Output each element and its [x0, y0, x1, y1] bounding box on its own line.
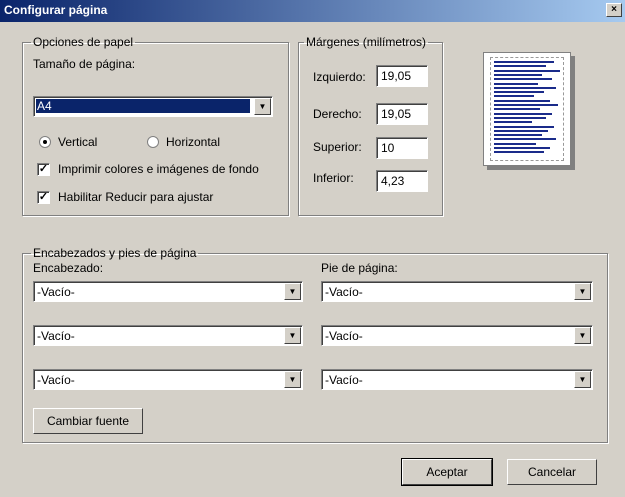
shrink-to-fit-label: Habilitar Reducir para ajustar [58, 190, 214, 204]
page-preview [483, 52, 571, 166]
page-size-value: A4 [36, 99, 250, 113]
preview-text-line [494, 65, 546, 68]
margin-top-label: Superior: [313, 140, 362, 154]
shrink-to-fit-checkbox[interactable]: ✓ [37, 191, 50, 204]
preview-text-line [494, 134, 542, 137]
preview-text-line [494, 86, 556, 89]
footer-select-value: -Vacío- [325, 373, 363, 387]
paper-options-legend: Opciones de papel [33, 35, 134, 49]
page-size-select[interactable]: A4 ▼ [33, 96, 273, 117]
orientation-landscape-label: Horizontal [166, 135, 221, 149]
chevron-down-icon[interactable]: ▼ [254, 98, 271, 115]
footer-select-2[interactable]: -Vacío- ▼ [321, 325, 593, 346]
preview-text-line [494, 112, 552, 115]
preview-text-line [494, 116, 546, 119]
margin-right-input[interactable]: 19,05 [376, 103, 428, 125]
orientation-landscape-radio[interactable] [147, 136, 159, 148]
check-icon: ✓ [38, 191, 49, 203]
footer-label: Pie de página: [321, 261, 398, 275]
preview-text-line [494, 61, 554, 63]
preview-text-line [494, 99, 550, 102]
print-background-checkbox[interactable]: ✓ [37, 163, 50, 176]
preview-text-line [494, 104, 558, 106]
footer-select-value: -Vacío- [325, 329, 363, 343]
preview-text-line [494, 125, 554, 128]
header-select-1[interactable]: -Vacío- ▼ [33, 281, 303, 302]
preview-text-line [494, 138, 556, 141]
chevron-down-icon[interactable]: ▼ [284, 283, 301, 300]
header-select-3[interactable]: -Vacío- ▼ [33, 369, 303, 390]
close-icon: × [611, 4, 617, 15]
title-bar: Configurar página × [0, 0, 625, 22]
chevron-down-icon[interactable]: ▼ [574, 371, 591, 388]
page-size-label: Tamaño de página: [33, 57, 136, 71]
chevron-down-icon[interactable]: ▼ [284, 371, 301, 388]
cancel-button[interactable]: Cancelar [507, 459, 597, 485]
window-title: Configurar página [4, 3, 108, 17]
margins-legend: Márgenes (milímetros) [306, 35, 427, 49]
footer-select-1[interactable]: -Vacío- ▼ [321, 281, 593, 302]
margin-bottom-label: Inferior: [313, 171, 354, 185]
close-button[interactable]: × [606, 3, 622, 17]
preview-text-line [494, 78, 552, 81]
footer-select-3[interactable]: -Vacío- ▼ [321, 369, 593, 390]
preview-text-line [494, 142, 536, 145]
preview-text-line [494, 151, 544, 154]
headers-footers-legend: Encabezados y pies de página [33, 246, 197, 260]
chevron-down-icon[interactable]: ▼ [574, 283, 591, 300]
header-label: Encabezado: [33, 261, 104, 275]
header-select-value: -Vacío- [37, 373, 75, 387]
preview-text-line [494, 129, 548, 132]
header-select-2[interactable]: -Vacío- ▼ [33, 325, 303, 346]
footer-select-value: -Vacío- [325, 285, 363, 299]
preview-text-line [494, 69, 560, 72]
ok-button[interactable]: Aceptar [401, 458, 493, 486]
preview-text-line [494, 121, 532, 124]
preview-text-line [494, 91, 544, 94]
header-select-value: -Vacío- [37, 285, 75, 299]
margin-right-label: Derecho: [313, 107, 362, 121]
orientation-portrait-label: Vertical [58, 135, 98, 149]
radio-selected-dot [43, 140, 47, 144]
print-background-label: Imprimir colores e imágenes de fondo [58, 162, 259, 176]
preview-text-line [494, 73, 542, 76]
header-select-value: -Vacío- [37, 329, 75, 343]
preview-text-line [494, 108, 540, 111]
preview-text-line [494, 82, 538, 85]
change-font-button[interactable]: Cambiar fuente [33, 408, 143, 434]
chevron-down-icon[interactable]: ▼ [284, 327, 301, 344]
margin-top-input[interactable]: 10 [376, 137, 428, 159]
orientation-portrait-radio[interactable] [39, 136, 51, 148]
chevron-down-icon[interactable]: ▼ [574, 327, 591, 344]
margin-left-input[interactable]: 19,05 [376, 65, 428, 87]
margin-left-label: Izquierdo: [313, 70, 366, 84]
preview-text-line [494, 147, 550, 149]
margin-bottom-input[interactable]: 4,23 [376, 170, 428, 192]
preview-text-line [494, 95, 534, 98]
check-icon: ✓ [38, 163, 49, 175]
